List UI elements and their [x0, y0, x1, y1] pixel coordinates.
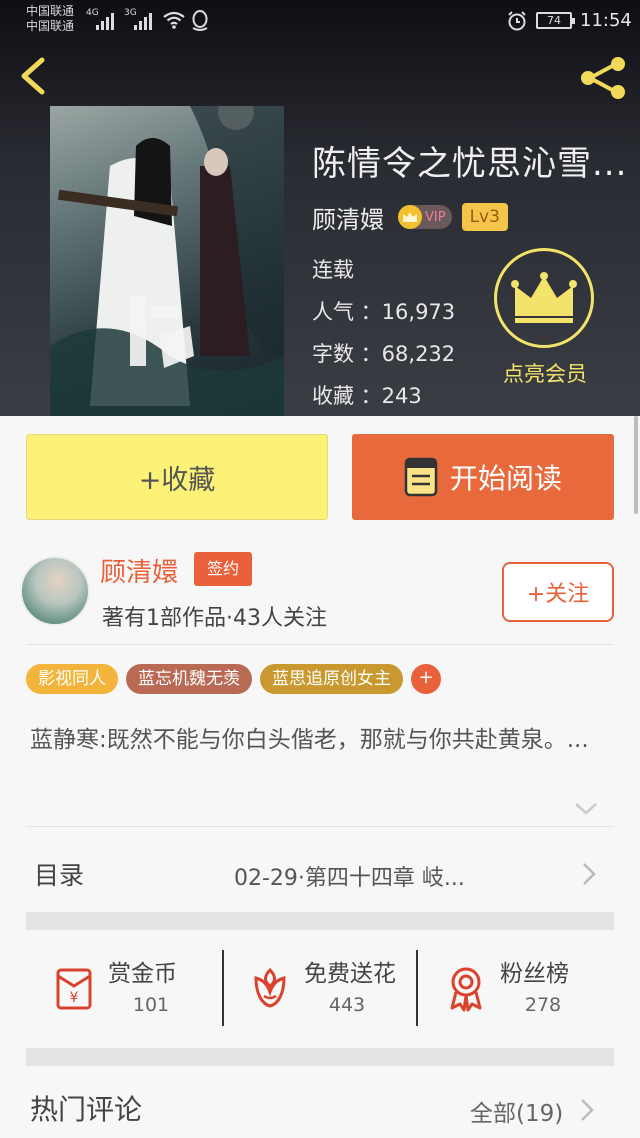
start-reading-label: 开始阅读 [449, 462, 562, 495]
signal-icon-2 [134, 12, 156, 30]
level-badge: Lv3 [461, 203, 508, 231]
tag-item[interactable]: 影视同人 [26, 664, 118, 694]
stat-label: 免费送花 [304, 961, 396, 987]
latest-chapter[interactable]: 02-29·第四十四章 岐... [234, 860, 554, 892]
hot-comments-title: 热门评论 [30, 1093, 143, 1126]
stat-value: 101 [132, 994, 170, 1016]
more-tags-button[interactable]: + [411, 664, 441, 694]
support-stats: ¥ 赏金币 101 免费送花 443 粉丝榜 278 [26, 930, 614, 1046]
send-flower-stat[interactable]: 免费送花 443 [222, 952, 418, 1032]
add-to-collection-button[interactable]: +收藏 [26, 434, 328, 520]
toc-label: 目录 [34, 861, 85, 890]
tag-item[interactable]: 蓝忘机魏无羡 [126, 664, 252, 694]
scrollbar[interactable] [634, 416, 638, 514]
svg-text:¥: ¥ [70, 990, 79, 1006]
battery-indicator: 74 [536, 12, 575, 29]
book-cover-image[interactable] [50, 106, 284, 416]
favorites-count: 收藏 ：243 [312, 384, 422, 408]
popularity-count: 人气 ：16,973 [312, 300, 456, 324]
start-reading-button[interactable]: 开始阅读 [352, 434, 614, 520]
divider [26, 644, 614, 645]
wifi-icon [163, 11, 185, 29]
member-button[interactable] [494, 248, 594, 348]
signal-icon [96, 12, 118, 30]
flower-icon [254, 967, 286, 1008]
vip-badge: VIP [398, 205, 452, 229]
red-envelope-icon: ¥ [56, 968, 92, 1010]
chevron-right-icon [583, 863, 596, 885]
stat-label: 赏金币 [108, 961, 177, 987]
carrier-label: 中国联通 中国联通 [26, 4, 75, 33]
tag-item[interactable]: 蓝思追原创女主 [260, 664, 403, 694]
medal-icon [450, 967, 482, 1012]
book-intro: 蓝静寒:既然不能与你白头偕老，那就与你共赴黄泉。... [30, 727, 589, 753]
crown-icon [398, 205, 422, 229]
share-icon[interactable] [578, 56, 630, 100]
chevron-right-icon[interactable] [580, 1098, 594, 1122]
chevron-down-icon[interactable] [572, 798, 600, 818]
crown-icon [511, 272, 577, 323]
all-comments-link[interactable]: 全部(19) [470, 1094, 563, 1128]
section-separator [26, 912, 614, 930]
section-separator [26, 1048, 614, 1066]
reward-coins-stat[interactable]: ¥ 赏金币 101 [26, 952, 222, 1032]
clock: 11:54 [580, 10, 632, 31]
stat-value: 278 [524, 994, 562, 1016]
status-bar: 中国联通 中国联通 4G 3G 74 11:54 [0, 0, 640, 42]
book-title: 陈情令之忧思沁雪... [312, 144, 628, 184]
vip-label: VIP [425, 209, 446, 225]
alarm-icon [508, 11, 526, 31]
book-header: 中国联通 中国联通 4G 3G 74 11:54 陈情令之忧思沁雪... 顾清嬛… [0, 0, 640, 416]
stat-label: 粉丝榜 [500, 961, 569, 987]
author-meta: 著有1部作品·43人关注 [102, 606, 327, 631]
cover-illustration [50, 106, 284, 416]
author-name[interactable]: 顾清嬛 [312, 200, 384, 235]
tag-list: 影视同人 蓝忘机魏无羡 蓝思追原创女主 + [26, 664, 441, 694]
author-avatar[interactable] [20, 556, 90, 626]
serial-status: 连载 [312, 258, 354, 282]
fan-ranking-stat[interactable]: 粉丝榜 278 [418, 952, 614, 1032]
book-detail-panel: +收藏 开始阅读 顾清嬛 签约 著有1部作品·43人关注 +关注 影视同人 蓝忘… [0, 416, 640, 1138]
table-of-contents-row[interactable]: 目录 02-29·第四十四章 岐... [26, 826, 614, 918]
book-icon [404, 457, 438, 497]
member-label[interactable]: 点亮会员 [480, 358, 610, 388]
qq-icon [192, 10, 208, 31]
author-row[interactable]: 顾清嬛 VIP Lv3 [312, 200, 508, 234]
back-arrow-icon[interactable] [14, 56, 54, 96]
signed-badge: 签约 [194, 552, 252, 586]
follow-button[interactable]: +关注 [502, 562, 614, 622]
stat-value: 443 [328, 994, 366, 1016]
word-count: 字数 ：68,232 [312, 342, 456, 366]
author-card-name[interactable]: 顾清嬛 [100, 552, 178, 589]
